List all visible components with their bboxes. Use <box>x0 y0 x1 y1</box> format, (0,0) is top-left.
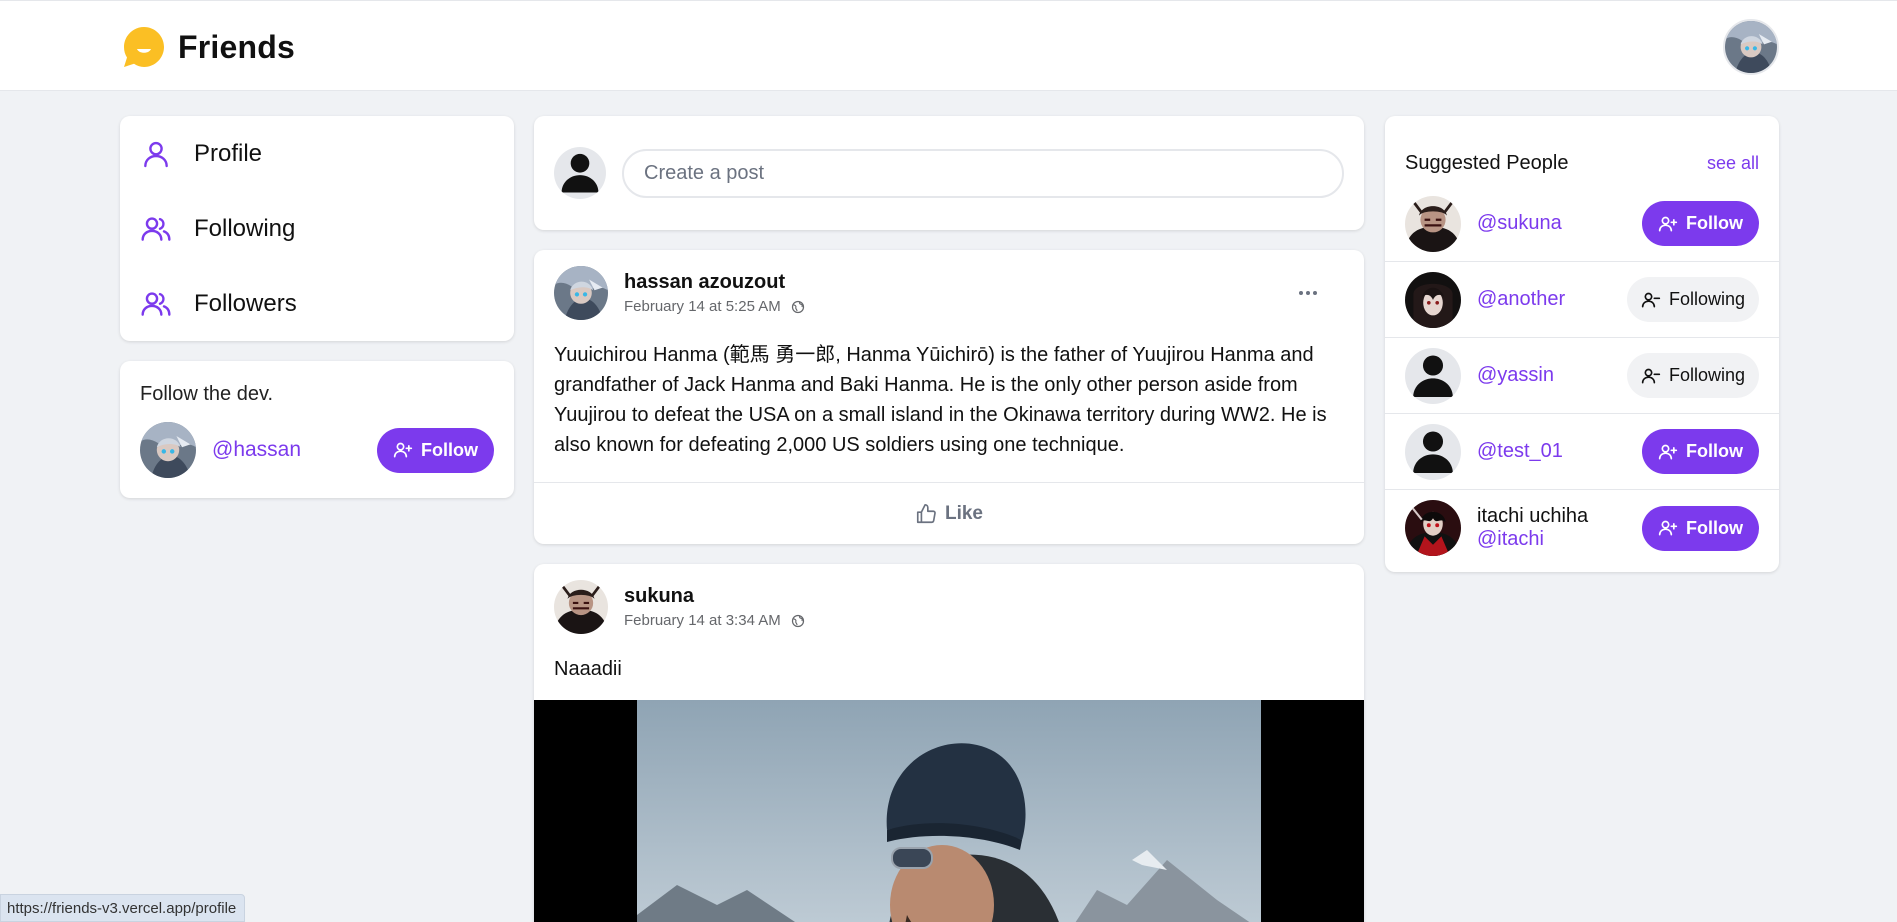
see-all-link[interactable]: see all <box>1707 153 1759 174</box>
post-card: sukuna February 14 at 3:34 AM Naaadii <box>534 564 1364 922</box>
follow-button[interactable]: Follow <box>1642 505 1759 551</box>
follow-label: Follow <box>421 439 478 460</box>
like-button[interactable]: Like <box>915 503 983 525</box>
post-text: Naaadii <box>554 658 622 680</box>
person-icon <box>554 147 606 199</box>
follow-button[interactable]: Follow <box>1642 201 1759 246</box>
list-item: @another Following <box>1385 262 1779 338</box>
avatar[interactable] <box>1405 272 1461 328</box>
user-handle[interactable]: @test_01 <box>1477 440 1642 463</box>
user-minus-icon <box>1641 290 1661 310</box>
top-navbar: Friends <box>0 0 1897 91</box>
user-plus-icon <box>393 440 413 460</box>
post-timestamp: February 14 at 3:34 AM <box>624 612 1344 629</box>
suggested-header: Suggested People see all <box>1385 116 1779 186</box>
user-plus-icon <box>1658 442 1678 462</box>
post-text: Yuuichirou Hanma (範馬 勇一郎, Hanma Yūichirō… <box>554 344 1327 456</box>
user-handle[interactable]: @another <box>1477 288 1627 311</box>
list-item: @test_01 Follow <box>1385 414 1779 490</box>
follow-button[interactable]: Follow <box>1642 429 1759 474</box>
avatar[interactable] <box>554 266 608 320</box>
user-plus-icon <box>1658 518 1678 538</box>
post-author[interactable]: hassan azouzout <box>624 271 1274 294</box>
user-handle[interactable]: @yassin <box>1477 364 1627 387</box>
user-handle[interactable]: @itachi <box>1477 528 1642 551</box>
following-button[interactable]: Following <box>1626 353 1759 398</box>
app-name: Friends <box>178 28 295 65</box>
post-header: sukuna February 14 at 3:34 AM <box>534 564 1364 634</box>
post-photo <box>637 700 1261 922</box>
follow-dev-card: Follow the dev. @hassan Follow <box>120 361 514 498</box>
users-icon <box>140 288 172 320</box>
post-card: hassan azouzout February 14 at 5:25 AM Y… <box>534 250 1364 544</box>
list-item: itachi uchiha @itachi Follow <box>1385 490 1779 566</box>
avatar[interactable] <box>1405 347 1461 404</box>
like-label: Like <box>944 502 984 524</box>
more-options-icon[interactable] <box>1290 281 1326 305</box>
sidebar-nav: Profile Following Followers <box>120 116 514 341</box>
users-icon <box>140 213 172 245</box>
sidebar-item-label: Profile <box>194 139 263 167</box>
logo-icon <box>124 27 164 67</box>
user-minus-icon <box>1641 366 1661 386</box>
post-image[interactable] <box>534 700 1364 922</box>
following-label: Following <box>1668 289 1745 309</box>
suggested-people-card: Suggested People see all @sukuna Follow … <box>1385 116 1779 572</box>
suggested-title: Suggested People <box>1405 151 1569 174</box>
follow-label: Follow <box>1686 517 1743 538</box>
follow-dev-title: Follow the dev. <box>140 383 274 405</box>
avatar[interactable] <box>1405 196 1461 252</box>
status-bar-url: https://friends-v3.vercel.app/profile <box>0 894 246 922</box>
sidebar-item-label: Following <box>194 214 296 242</box>
create-post-card: Create a post <box>534 116 1364 230</box>
person-icon <box>1405 424 1461 480</box>
dev-row: @hassan Follow <box>140 422 494 478</box>
dev-handle-link[interactable]: @hassan <box>212 438 377 462</box>
following-button[interactable]: Following <box>1626 277 1759 322</box>
user-icon <box>140 138 172 170</box>
brand[interactable]: Friends <box>122 25 295 69</box>
post-header: hassan azouzout February 14 at 5:25 AM <box>534 250 1364 320</box>
sidebar-item-followers[interactable]: Followers <box>140 266 494 341</box>
person-icon <box>1405 348 1461 404</box>
avatar <box>554 147 606 199</box>
sidebar-item-label: Followers <box>194 289 297 317</box>
avatar[interactable] <box>1405 423 1461 480</box>
avatar[interactable] <box>140 422 196 478</box>
post-actions: Like <box>534 482 1364 544</box>
user-plus-icon <box>1658 214 1678 234</box>
avatar[interactable] <box>1405 500 1461 556</box>
post-timestamp: February 14 at 5:25 AM <box>624 298 1274 315</box>
sidebar-item-profile[interactable]: Profile <box>140 116 494 191</box>
post-time-text: February 14 at 3:34 AM <box>624 612 781 629</box>
list-item: @yassin Following <box>1385 338 1779 414</box>
following-label: Following <box>1668 365 1745 385</box>
avatar[interactable] <box>554 580 608 634</box>
follow-label: Follow <box>1686 441 1743 461</box>
thumbs-up-icon <box>916 503 936 523</box>
list-item: @sukuna Follow <box>1385 186 1779 262</box>
sidebar-item-following[interactable]: Following <box>140 191 494 266</box>
post-time-text: February 14 at 5:25 AM <box>624 298 781 315</box>
follow-dev-button[interactable]: Follow <box>377 427 494 473</box>
user-avatar[interactable] <box>1723 19 1779 75</box>
post-author[interactable]: sukuna <box>624 585 1344 608</box>
globe-icon <box>791 300 805 314</box>
follow-label: Follow <box>1686 213 1743 233</box>
globe-icon <box>791 614 805 628</box>
create-post-input[interactable]: Create a post <box>622 148 1344 198</box>
user-handle[interactable]: @sukuna <box>1477 212 1642 235</box>
user-name[interactable]: itachi uchiha <box>1477 505 1642 528</box>
